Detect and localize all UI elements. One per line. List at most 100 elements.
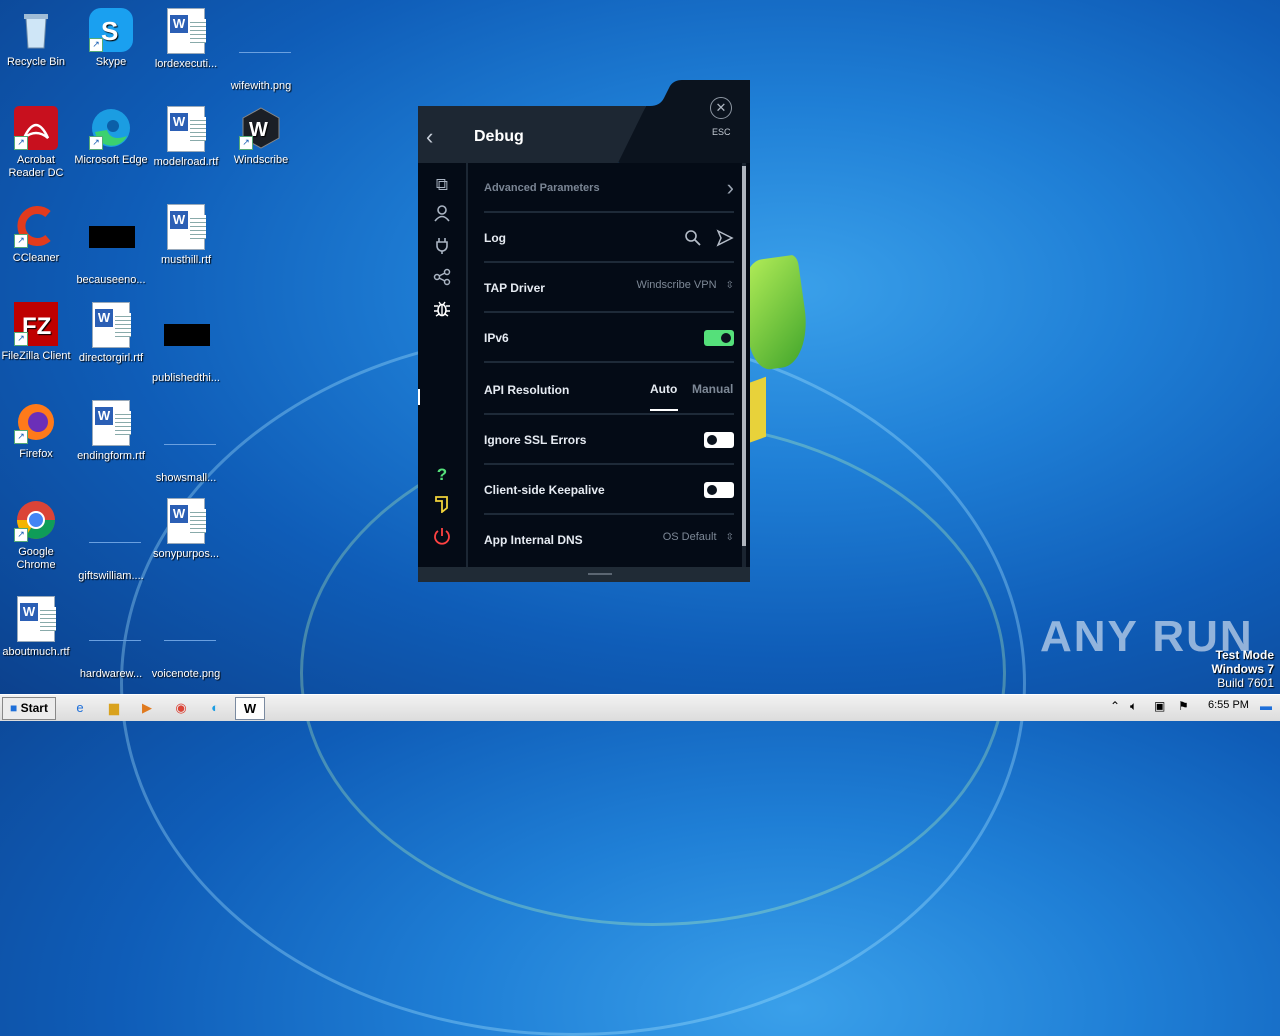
ipv6-label: IPv6 (484, 331, 509, 345)
desktop-icon-becauseeno[interactable]: becauseeno... (73, 204, 149, 287)
tray-expand-icon[interactable]: ⌃ (1110, 699, 1120, 713)
desktop-icon-acrobat[interactable]: ↗ Acrobat Reader DC (0, 106, 74, 180)
internet-explorer-icon: e (76, 700, 84, 715)
desktop-icon-label: Recycle Bin (6, 56, 66, 68)
desktop-icon-label: Skype (95, 56, 127, 68)
connection-plug-icon[interactable] (430, 236, 454, 260)
debug-bug-icon[interactable] (430, 300, 454, 324)
desktop-icon-label: becauseeno... (76, 274, 146, 286)
log-label: Log (484, 231, 506, 245)
desktop-icon-label: giftswilliam.... (78, 570, 144, 582)
start-button[interactable]: ■ Start (2, 697, 56, 720)
desktop-icon-filezilla[interactable]: FZ ↗ FileZilla Client (0, 302, 74, 363)
active-indicator (418, 389, 420, 405)
general-settings-icon[interactable]: ⧉ (430, 173, 454, 197)
desktop-icon-modelroad[interactable]: modelroad.rtf (148, 106, 224, 169)
action-center-flag-icon[interactable]: ⚑ (1178, 699, 1189, 713)
api-auto-tab[interactable]: Auto (650, 382, 677, 396)
word-document-icon (92, 302, 131, 348)
blank-file-icon (89, 522, 141, 566)
help-icon[interactable]: ? (430, 463, 454, 487)
black-file-icon (164, 324, 210, 368)
edge-icon: ↗ (89, 106, 133, 150)
desktop-icon-chrome[interactable]: ↗ Google Chrome (0, 498, 74, 572)
chrome-icon: ↗ (14, 498, 58, 542)
share-icon[interactable] (430, 268, 454, 292)
send-log-button[interactable] (716, 229, 734, 252)
desktop-icon-ccleaner[interactable]: ↗ CCleaner (0, 204, 74, 265)
desktop-icon-lordexecuti[interactable]: lordexecuti... (148, 8, 224, 71)
svg-text:S: S (101, 16, 118, 46)
taskbar-edge-button[interactable]: ◐ (203, 697, 227, 718)
keepalive-toggle[interactable] (704, 482, 734, 498)
taskbar-mediaplayer-button[interactable]: ▶ (135, 697, 159, 718)
desktop-icon-skype[interactable]: S ↗ Skype (73, 8, 149, 69)
api-manual-tab[interactable]: Manual (692, 382, 733, 396)
volume-icon[interactable]: 🔈︎ (1130, 699, 1137, 714)
taskbar-ie-button[interactable]: e (68, 697, 92, 718)
desktop-icon-label: lordexecuti... (154, 58, 218, 70)
network-icon[interactable]: ▣ (1154, 699, 1165, 713)
window-header-bg (418, 80, 750, 163)
desktop-icon-label: FileZilla Client (1, 350, 71, 362)
desktop-icon-label: aboutmuch.rtf (2, 646, 70, 658)
tap-driver-select[interactable]: Windscribe VPN ⇳ (636, 279, 734, 291)
desktop-icon-wifewith[interactable]: wifewith.png (223, 8, 299, 93)
internal-dns-label: App Internal DNS (484, 533, 583, 547)
test-mode-line: Test Mode (1215, 648, 1274, 662)
shortcut-arrow-icon: ↗ (14, 332, 28, 346)
desktop-icon-label: Microsoft Edge (74, 154, 148, 166)
desktop-icon-label: showsmall... (155, 472, 217, 484)
desktop-icon-voicenote[interactable]: voicenote.png (148, 596, 224, 681)
desktop-icon-label: sonypurpos... (152, 548, 220, 560)
resize-grip[interactable] (588, 573, 612, 575)
word-document-icon (167, 204, 206, 250)
tap-driver-row: TAP Driver Windscribe VPN ⇳ (484, 263, 742, 313)
updown-chevron-icon: ⇳ (725, 532, 734, 543)
api-auto-underline (650, 409, 678, 411)
power-icon[interactable] (430, 527, 454, 551)
acrobat-icon: ↗ (14, 106, 58, 150)
window-footer (418, 567, 750, 582)
shortcut-arrow-icon: ↗ (239, 136, 253, 150)
back-button[interactable]: ‹ (426, 126, 446, 148)
tap-driver-value: Windscribe VPN (636, 279, 717, 291)
desktop-icon-giftswilliam[interactable]: giftswilliam.... (73, 498, 149, 583)
taskbar-chrome-button[interactable]: ◉ (169, 697, 193, 718)
desktop-icon-recycle-bin[interactable]: Recycle Bin (0, 8, 74, 69)
folder-icon: ▆ (109, 700, 119, 715)
advanced-parameters-row[interactable]: Advanced Parameters › (484, 163, 742, 213)
desktop-icon-publishedthi[interactable]: publishedthi... (148, 302, 224, 385)
desktop-icon-showsmall[interactable]: showsmall... (148, 400, 224, 485)
taskbar-explorer-button[interactable]: ▆ (102, 697, 126, 718)
desktop-icon-endingform[interactable]: endingform.rtf (73, 400, 149, 463)
clock[interactable]: 6:55 PM (1208, 699, 1249, 711)
desktop-icon-firefox[interactable]: ↗ Firefox (0, 400, 74, 461)
show-desktop-button[interactable]: ▬ (1260, 699, 1272, 713)
desktop-icon-sonypurpos[interactable]: sonypurpos... (148, 498, 224, 561)
desktop-icon-musthill[interactable]: musthill.rtf (148, 204, 224, 267)
tap-driver-label: TAP Driver (484, 281, 545, 295)
search-log-button[interactable] (684, 229, 702, 252)
ignore-ssl-row: Ignore SSL Errors (484, 415, 742, 465)
desktop-icon-aboutmuch[interactable]: aboutmuch.rtf (0, 596, 74, 659)
shortcut-arrow-icon: ↗ (14, 136, 28, 150)
internal-dns-select[interactable]: OS Default ⇳ (663, 531, 734, 543)
blank-file-icon (164, 424, 216, 468)
taskbar-windscribe-button[interactable]: W (235, 697, 265, 720)
desktop-icon-hardwarew[interactable]: hardwarew... (73, 596, 149, 681)
desktop-icon-edge[interactable]: ↗ Microsoft Edge (73, 106, 149, 167)
scrollbar-thumb[interactable] (742, 166, 746, 546)
desktop-icon-directorgirl[interactable]: directorgirl.rtf (73, 302, 149, 365)
toggle-knob (707, 435, 717, 445)
ipv6-toggle[interactable] (704, 330, 734, 346)
close-button[interactable]: ✕ (710, 97, 732, 119)
ignore-ssl-toggle[interactable] (704, 432, 734, 448)
toggle-knob (707, 485, 717, 495)
ignore-ssl-label: Ignore SSL Errors (484, 433, 587, 447)
desktop-icon-label: directorgirl.rtf (78, 352, 144, 364)
desktop-icon-windscribe[interactable]: W ↗ Windscribe (223, 106, 299, 167)
esc-label: ESC (712, 127, 731, 137)
notifications-book-icon[interactable] (430, 495, 454, 519)
account-icon[interactable] (430, 204, 454, 228)
